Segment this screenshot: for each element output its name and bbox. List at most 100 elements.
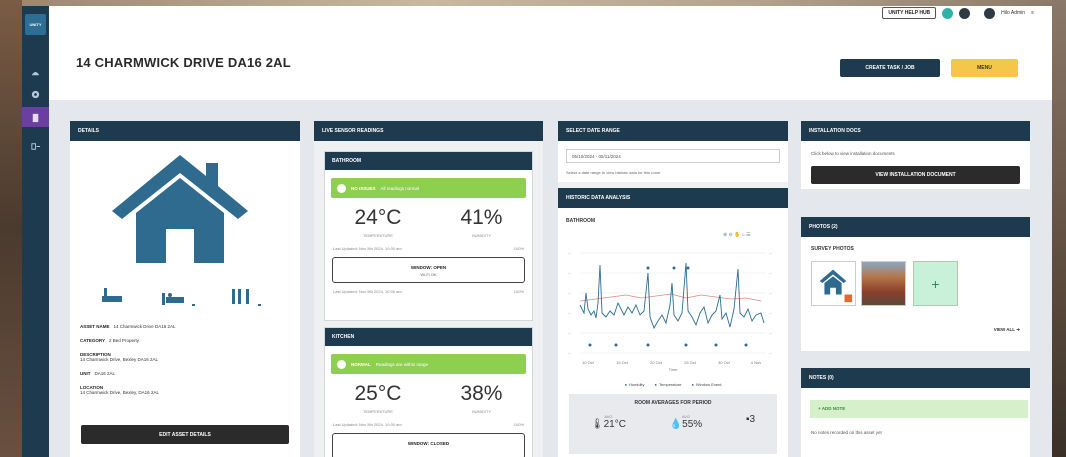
photo-thumbnail-house[interactable]: [811, 261, 856, 306]
legend-humidity[interactable]: Humidity: [625, 382, 645, 387]
menu-icon[interactable]: ≡: [1031, 10, 1034, 16]
add-photo-button[interactable]: +: [913, 261, 958, 306]
last-updated: Last Updated: Nov 5th 2024, 10:00 am 100%: [333, 422, 524, 427]
chart-room-name: BATHROOM: [566, 218, 596, 224]
sensor-panel: LIVE SENSOR READINGS BATHROOM NO ISSUES …: [314, 121, 543, 457]
window-status-button[interactable]: WINDOW: OPEN Wi-Fi OK: [332, 257, 525, 283]
sensor-title: LIVE SENSOR READINGS: [314, 121, 543, 141]
bath-icon: [102, 288, 122, 302]
legend-window-event[interactable]: Window Event: [691, 382, 722, 387]
legend-temperature[interactable]: Temperature: [655, 382, 681, 387]
droplet-icon: 💧: [669, 419, 683, 430]
avg-humidity: AVG 💧55%: [669, 414, 703, 430]
nav-dashboard[interactable]: [22, 62, 49, 82]
bed-icon: [162, 293, 184, 305]
x-tick-label: 4 Nov: [751, 360, 761, 365]
notes-title: NOTES (0): [801, 368, 1030, 388]
thermometer-icon: 🌡: [590, 419, 604, 430]
date-range-card: SELECT DATE RANGE 05/10/2024 - 05/11/202…: [558, 121, 788, 182]
add-note-button[interactable]: + ADD NOTE: [810, 400, 1028, 418]
chart-legend[interactable]: Humidity Temperature Window Event: [558, 382, 788, 387]
temperature-value: 25°C: [354, 382, 402, 405]
house-icon: [112, 155, 248, 263]
photo-thumbnail-building[interactable]: [861, 261, 906, 306]
sensor-card-bathroom: BATHROOM NO ISSUES All readings normal 2…: [324, 151, 533, 321]
avg-window-events: ▪3: [745, 414, 756, 425]
create-task-button[interactable]: CREATE TASK / JOB: [840, 59, 940, 77]
gear-icon: [31, 90, 40, 98]
reading-row: 24°C TEMPERATURE 41% HUMIDITY: [354, 206, 503, 238]
installation-text: Click below to view installation documen…: [811, 151, 895, 156]
background-left: [0, 0, 22, 457]
room-averages: ROOM AVERAGES FOR PERIOD AVG 🌡21°C AVG 💧55…: [569, 394, 777, 454]
room-name: KITCHEN: [325, 328, 532, 346]
page-title: 14 CHARMWICK DRIVE DA16 2AL: [76, 55, 291, 70]
user-name[interactable]: Hilo Admin: [1001, 10, 1025, 16]
historic-chart: — — — — — — — — — — — — 10 Oct 15 Oct 20 Oct 25 Oc…: [568, 251, 772, 372]
view-all-photos-link[interactable]: VIEW ALL ➜: [994, 327, 1020, 333]
description-row: DESCRIPTION 14 Charmwick Drive, Bexley DA…: [80, 352, 159, 362]
installation-docs-panel: INSTALLATION DOCS Click below to view in…: [801, 121, 1030, 189]
avg-temperature: AVG 🌡21°C: [590, 414, 626, 430]
humidity-value: 41%: [460, 206, 503, 229]
svg-text:—: —: [568, 251, 571, 255]
x-tick-label: 25 Oct: [684, 360, 697, 365]
avatar[interactable]: [984, 7, 996, 19]
reading-row: 25°C TEMPERATURE 38% HUMIDITY: [354, 382, 503, 414]
building-icon: [32, 113, 39, 122]
category-row: CATEGORY 2 Bed Property: [80, 338, 140, 343]
x-axis-title: Time: [669, 367, 679, 372]
cutlery-icon: [232, 289, 249, 304]
date-range-input[interactable]: 05/10/2024 - 05/11/2024: [566, 149, 780, 163]
window-status-button[interactable]: WINDOW: CLOSED: [332, 433, 525, 457]
x-tick-label: 10 Oct: [582, 360, 595, 365]
svg-text:—: —: [769, 311, 772, 315]
app-window: UNITY UNITY HELP HUB Hilo Admin ≡ 14 CHA…: [22, 6, 1052, 457]
survey-photos-label: SURVEY PHOTOS: [811, 246, 854, 252]
chart-x-axis: 10 Oct 15 Oct 20 Oct 25 Oct 30 Oct 4 Nov…: [582, 360, 761, 372]
logout-icon: [31, 142, 41, 150]
svg-text:—: —: [769, 271, 772, 275]
historic-card: HISTORIC DATA ANALYSIS BATHROOM ⊕ ⊖ ✋ ⌂ …: [558, 188, 788, 457]
averages-row: AVG 🌡21°C AVG 💧55% ▪3: [569, 414, 777, 430]
page-header: UNITY HELP HUB Hilo Admin ≡ 14 CHARMWICK…: [49, 6, 1052, 100]
svg-text:—: —: [568, 271, 571, 275]
date-range-hint: Select a date range to view historic dat…: [566, 170, 661, 175]
view-installation-button[interactable]: VIEW INSTALLATION DOCUMENT: [811, 166, 1020, 184]
humidity-value: 38%: [460, 382, 503, 405]
nav-logout[interactable]: [22, 136, 49, 156]
house-photo-icon: [819, 269, 853, 303]
asset-name-row: ASSET NAME 14 Charmwick Drive DA16 2AL: [80, 324, 176, 329]
nav-assets[interactable]: [22, 107, 49, 127]
help-hub-button[interactable]: UNITY HELP HUB: [882, 7, 937, 19]
historic-title: HISTORIC DATA ANALYSIS: [558, 188, 788, 208]
notification-icon[interactable]: [959, 7, 971, 19]
last-updated-window: Last Updated: Nov 5th 2024, 10:00 am 100%: [333, 289, 524, 294]
nav-settings[interactable]: [22, 84, 49, 104]
sidebar: UNITY: [22, 6, 49, 457]
x-tick-label: 30 Oct: [718, 360, 731, 365]
svg-text:—: —: [568, 311, 571, 315]
details-title: DETAILS: [70, 121, 300, 141]
x-tick-label: 15 Oct: [616, 360, 629, 365]
location-row: LOCATION 14 Charmwick Drive, Bexley, DA16…: [80, 385, 159, 395]
installation-title: INSTALLATION DOCS: [801, 121, 1030, 141]
photos-panel: PHOTOS (2) SURVEY PHOTOS + VIEW ALL ➜: [801, 217, 1030, 351]
add-icon[interactable]: [942, 7, 954, 19]
last-updated: Last Updated: Nov 5th 2024, 10:00 am 100%: [333, 246, 524, 251]
details-panel: DETAILS ASSET NAME 14 Charmwick Drive DA1…: [70, 121, 300, 457]
chart-toolbar[interactable]: ⊕ ⊖ ✋ ⌂ ☰: [723, 232, 751, 238]
temperature-value: 24°C: [354, 206, 402, 229]
edit-asset-button[interactable]: EDIT ASSET DETAILS: [81, 425, 289, 444]
svg-text:—: —: [568, 351, 571, 355]
svg-text:—: —: [568, 331, 571, 335]
asset-details: ASSET NAME 14 Charmwick Drive DA16 2AL CA…: [70, 324, 300, 404]
menu-button[interactable]: MENU: [951, 59, 1018, 77]
x-tick-label: 20 Oct: [650, 360, 663, 365]
svg-text:—: —: [769, 251, 772, 255]
window-event-markers: [588, 266, 748, 347]
app-logo[interactable]: UNITY: [25, 14, 46, 35]
notes-empty-text: No notes recorded on this asset yet: [811, 430, 882, 435]
status-badge: NO ISSUES All readings normal: [331, 178, 526, 198]
notes-panel: NOTES (0) + ADD NOTE No notes recorded o…: [801, 368, 1030, 457]
